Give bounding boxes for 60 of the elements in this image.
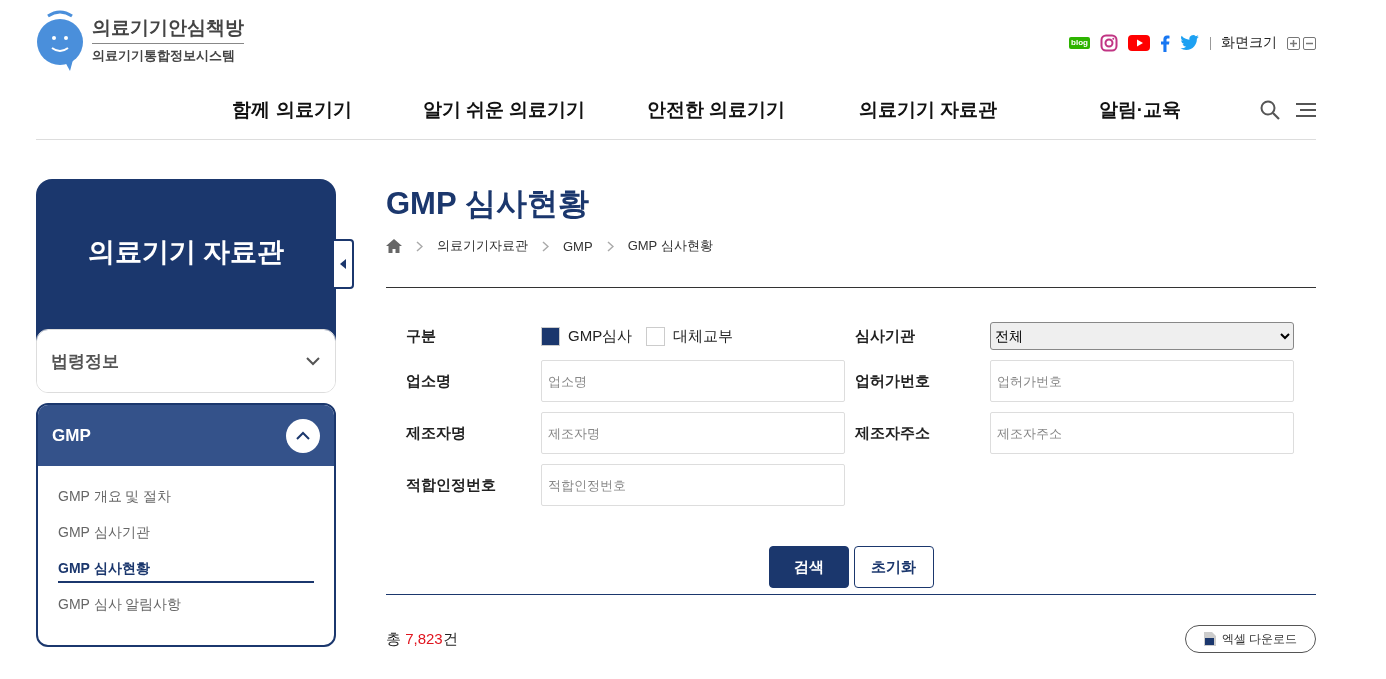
sidebar-title: 의료기기 자료관 [87, 235, 285, 269]
field-label: 제조자명 [405, 423, 467, 443]
font-size-label: 화면크기 [1221, 34, 1277, 52]
nav-link[interactable]: 의료기기 자료관 [822, 96, 1034, 123]
sidebar-item[interactable]: GMP 개요 및 절차 [58, 488, 314, 511]
zoom-out-button[interactable] [1303, 36, 1316, 50]
sidebar-toggle-button[interactable] [332, 239, 354, 289]
checkbox-label: 대체교부 [673, 326, 734, 346]
field-label: 업소명 [405, 371, 452, 391]
chevron-up-icon [295, 430, 311, 441]
nav-link[interactable]: 알림·교육 [1034, 96, 1246, 123]
menu-icon[interactable] [1296, 101, 1316, 118]
site-title: 의료기기안심책방 [92, 15, 244, 44]
checkbox[interactable] [646, 326, 666, 346]
total-count: 총 7,823건 [386, 629, 458, 649]
sidebar-group[interactable]: GMP [38, 405, 334, 466]
zoom-in-button[interactable] [1287, 36, 1300, 50]
agency-select[interactable]: 전체 [990, 322, 1294, 350]
breadcrumb-link[interactable]: GMP 심사현황 [627, 237, 713, 255]
speech-bubble-logo-icon[interactable] [36, 8, 84, 72]
sidebar-item[interactable]: GMP 심사 알림사항 [58, 596, 314, 619]
chevron-right-icon [606, 240, 614, 252]
checkbox-label: GMP심사 [568, 326, 633, 346]
site-subtitle: 의료기기통합정보시스템 [92, 47, 236, 65]
search-button[interactable]: 검색 [768, 546, 849, 588]
bird-icon[interactable] [1180, 35, 1200, 51]
input-field[interactable]: 제조자명 [541, 412, 845, 454]
input-field[interactable]: 제조자주소 [990, 412, 1294, 454]
page-title: GMP 심사현황 [386, 185, 590, 223]
home-icon[interactable] [386, 239, 402, 253]
youtube-icon[interactable] [1128, 35, 1150, 51]
instagram-icon[interactable] [1100, 34, 1118, 52]
nav-link[interactable]: 안전한 의료기기 [610, 96, 822, 123]
facebook-icon[interactable] [1160, 34, 1170, 52]
sidebar-item[interactable]: GMP 심사현황 [58, 560, 314, 583]
checkbox[interactable] [541, 326, 560, 346]
reset-button[interactable]: 초기화 [853, 546, 934, 588]
field-label: 구분 [405, 326, 437, 346]
triangle-left-icon [340, 259, 346, 269]
chevron-down-icon [305, 356, 321, 366]
excel-download-button[interactable]: 엑셀 다운로드 [1184, 625, 1316, 653]
field-label: 제조자주소 [854, 423, 931, 443]
input-field[interactable]: 업소명 [541, 360, 845, 402]
field-label: 심사기관 [854, 326, 916, 346]
field-label: 적합인정번호 [405, 475, 497, 495]
sidebar-item[interactable]: GMP 심사기관 [58, 524, 314, 547]
chevron-right-icon [416, 240, 423, 252]
chevron-right-icon [542, 240, 549, 252]
breadcrumb-link[interactable]: 의료기기자료관 [437, 237, 528, 255]
nav-link[interactable]: 알기 쉬운 의료기기 [398, 96, 610, 123]
breadcrumb-link[interactable]: GMP [563, 238, 593, 254]
input-field[interactable]: 업허가번호 [990, 360, 1294, 402]
sidebar-group[interactable]: 법령정보 [37, 330, 335, 392]
field-label: 업허가번호 [854, 371, 931, 391]
plus-icon [1290, 39, 1297, 47]
search-icon[interactable] [1260, 99, 1280, 120]
file-icon [1203, 632, 1216, 646]
nav-link[interactable]: 함께 의료기기 [186, 96, 398, 123]
collapse-button[interactable] [286, 418, 320, 453]
input-field[interactable]: 적합인정번호 [541, 464, 845, 506]
